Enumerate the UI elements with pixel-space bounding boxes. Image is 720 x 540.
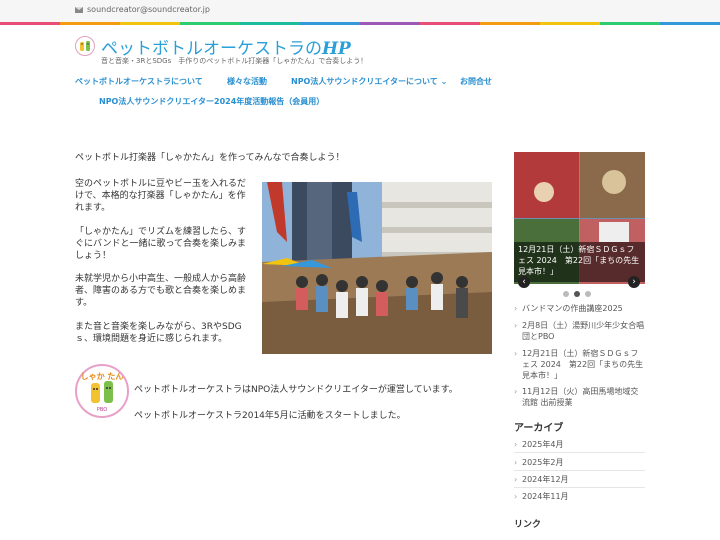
nav-item-report-2024[interactable]: NPO法人サウンドクリエイター2024年度活動報告（会員用） (99, 96, 324, 107)
archive-item[interactable]: 2024年11月 (514, 491, 646, 502)
shakatan-characters-icon: しゃか たん PBO (81, 371, 124, 413)
intro-para-4: また音と音楽を楽しみながら、3RやSDGｓ、環境問題を身近に感じられます。 (75, 322, 242, 344)
intro-para-2: 「しゃかたん」でリズムを練習したら、すぐにバンドと一緒に歌って合奏を楽しみましょ… (75, 227, 247, 261)
envelope-icon (75, 6, 83, 13)
archive-heading: アーカイブ (514, 423, 564, 434)
archive-item[interactable]: 2024年12月 (514, 474, 646, 485)
nav-item-about-pbo[interactable]: ペットボトルオーケストラについて (75, 76, 203, 87)
links-heading: リンク (514, 520, 542, 530)
recent-post-item[interactable]: 12月21日（土）新宿ＳＤＧｓフェス 2024 第22回「まちの先生見本市！」 (514, 348, 646, 381)
npo-operator-text: ペットボトルオーケストラはNPO法人サウンドクリエイターが運営しています。 (134, 385, 458, 395)
rainbow-segment (60, 22, 120, 25)
divider (514, 470, 645, 471)
badge-subtext: PBO (97, 407, 107, 413)
top-bar: soundcreator@soundcreator.jp (0, 0, 720, 22)
rainbow-segment (360, 22, 420, 25)
rainbow-segment (120, 22, 180, 25)
slider-prev-button[interactable]: ‹ (518, 276, 530, 288)
recent-post-item[interactable]: 11月12日（火）高田馬場地域交流館 出前授業 (514, 386, 646, 408)
rainbow-segment (300, 22, 360, 25)
nav-item-activities[interactable]: 様々な活動 (227, 76, 267, 87)
rainbow-segment (660, 22, 720, 25)
contact-email[interactable]: soundcreator@soundcreator.jp (75, 5, 210, 14)
divider (514, 487, 645, 488)
recent-post-item[interactable]: 2月8日（土）湯野川少年少女合唱団とPBO (514, 320, 646, 342)
slider-dot[interactable] (563, 291, 569, 297)
rainbow-stripe (0, 22, 720, 25)
nav-item-about-npo[interactable]: NPO法人サウンドクリエイターについて ⌄ (291, 76, 447, 87)
rainbow-segment (480, 22, 540, 25)
site-tagline: 音と音楽・3RとSDGs 手作りのペットボトル打楽器「しゃかたん」で合奏しよう！ (101, 57, 368, 65)
rainbow-segment (420, 22, 480, 25)
badge-text: しゃか たん (81, 371, 124, 381)
rainbow-segment (600, 22, 660, 25)
nav-item-contact[interactable]: お問合せ (460, 76, 492, 87)
shakatan-badge: しゃか たん PBO (75, 364, 129, 418)
rainbow-segment (240, 22, 300, 25)
slider-dot[interactable] (585, 291, 591, 297)
archive-item[interactable]: 2025年2月 (514, 457, 646, 468)
divider (514, 452, 645, 453)
slider-dot-active[interactable] (574, 291, 580, 297)
rainbow-segment (180, 22, 240, 25)
intro-para-3: 未就学児から小中高生、一般成人から高齢者、障害のある方でも歌と合奏を楽しめます。 (75, 274, 247, 308)
site-logo[interactable] (75, 36, 95, 56)
start-date-text: ペットボトルオーケストラ2014年5月に活動をスタートしました。 (134, 411, 406, 421)
slider-caption[interactable]: 12月21日（土）新宿ＳＤＧｓフェス 2024 第22回「まちの先生見本市！」 (514, 242, 645, 282)
archive-item[interactable]: 2025年4月 (514, 439, 646, 450)
slider-dots (563, 291, 591, 297)
rainbow-segment (0, 22, 60, 25)
intro-para-1: 空のペットボトルに豆やビー玉を入れるだけで、本格的な打楽器「しゃかたん」を作れま… (75, 179, 247, 213)
lead-text: ペットボトル打楽器「しゃかたん」を作ってみんなで合奏しよう！ (75, 153, 345, 163)
event-photo (262, 182, 492, 354)
email-text[interactable]: soundcreator@soundcreator.jp (87, 5, 210, 14)
recent-post-item[interactable]: バンドマンの作曲講座2025 (514, 303, 646, 314)
featured-slider[interactable]: 12月21日（土）新宿ＳＤＧｓフェス 2024 第22回「まちの先生見本市！」 (514, 152, 645, 284)
slider-next-button[interactable]: › (628, 276, 640, 288)
rainbow-segment (540, 22, 600, 25)
